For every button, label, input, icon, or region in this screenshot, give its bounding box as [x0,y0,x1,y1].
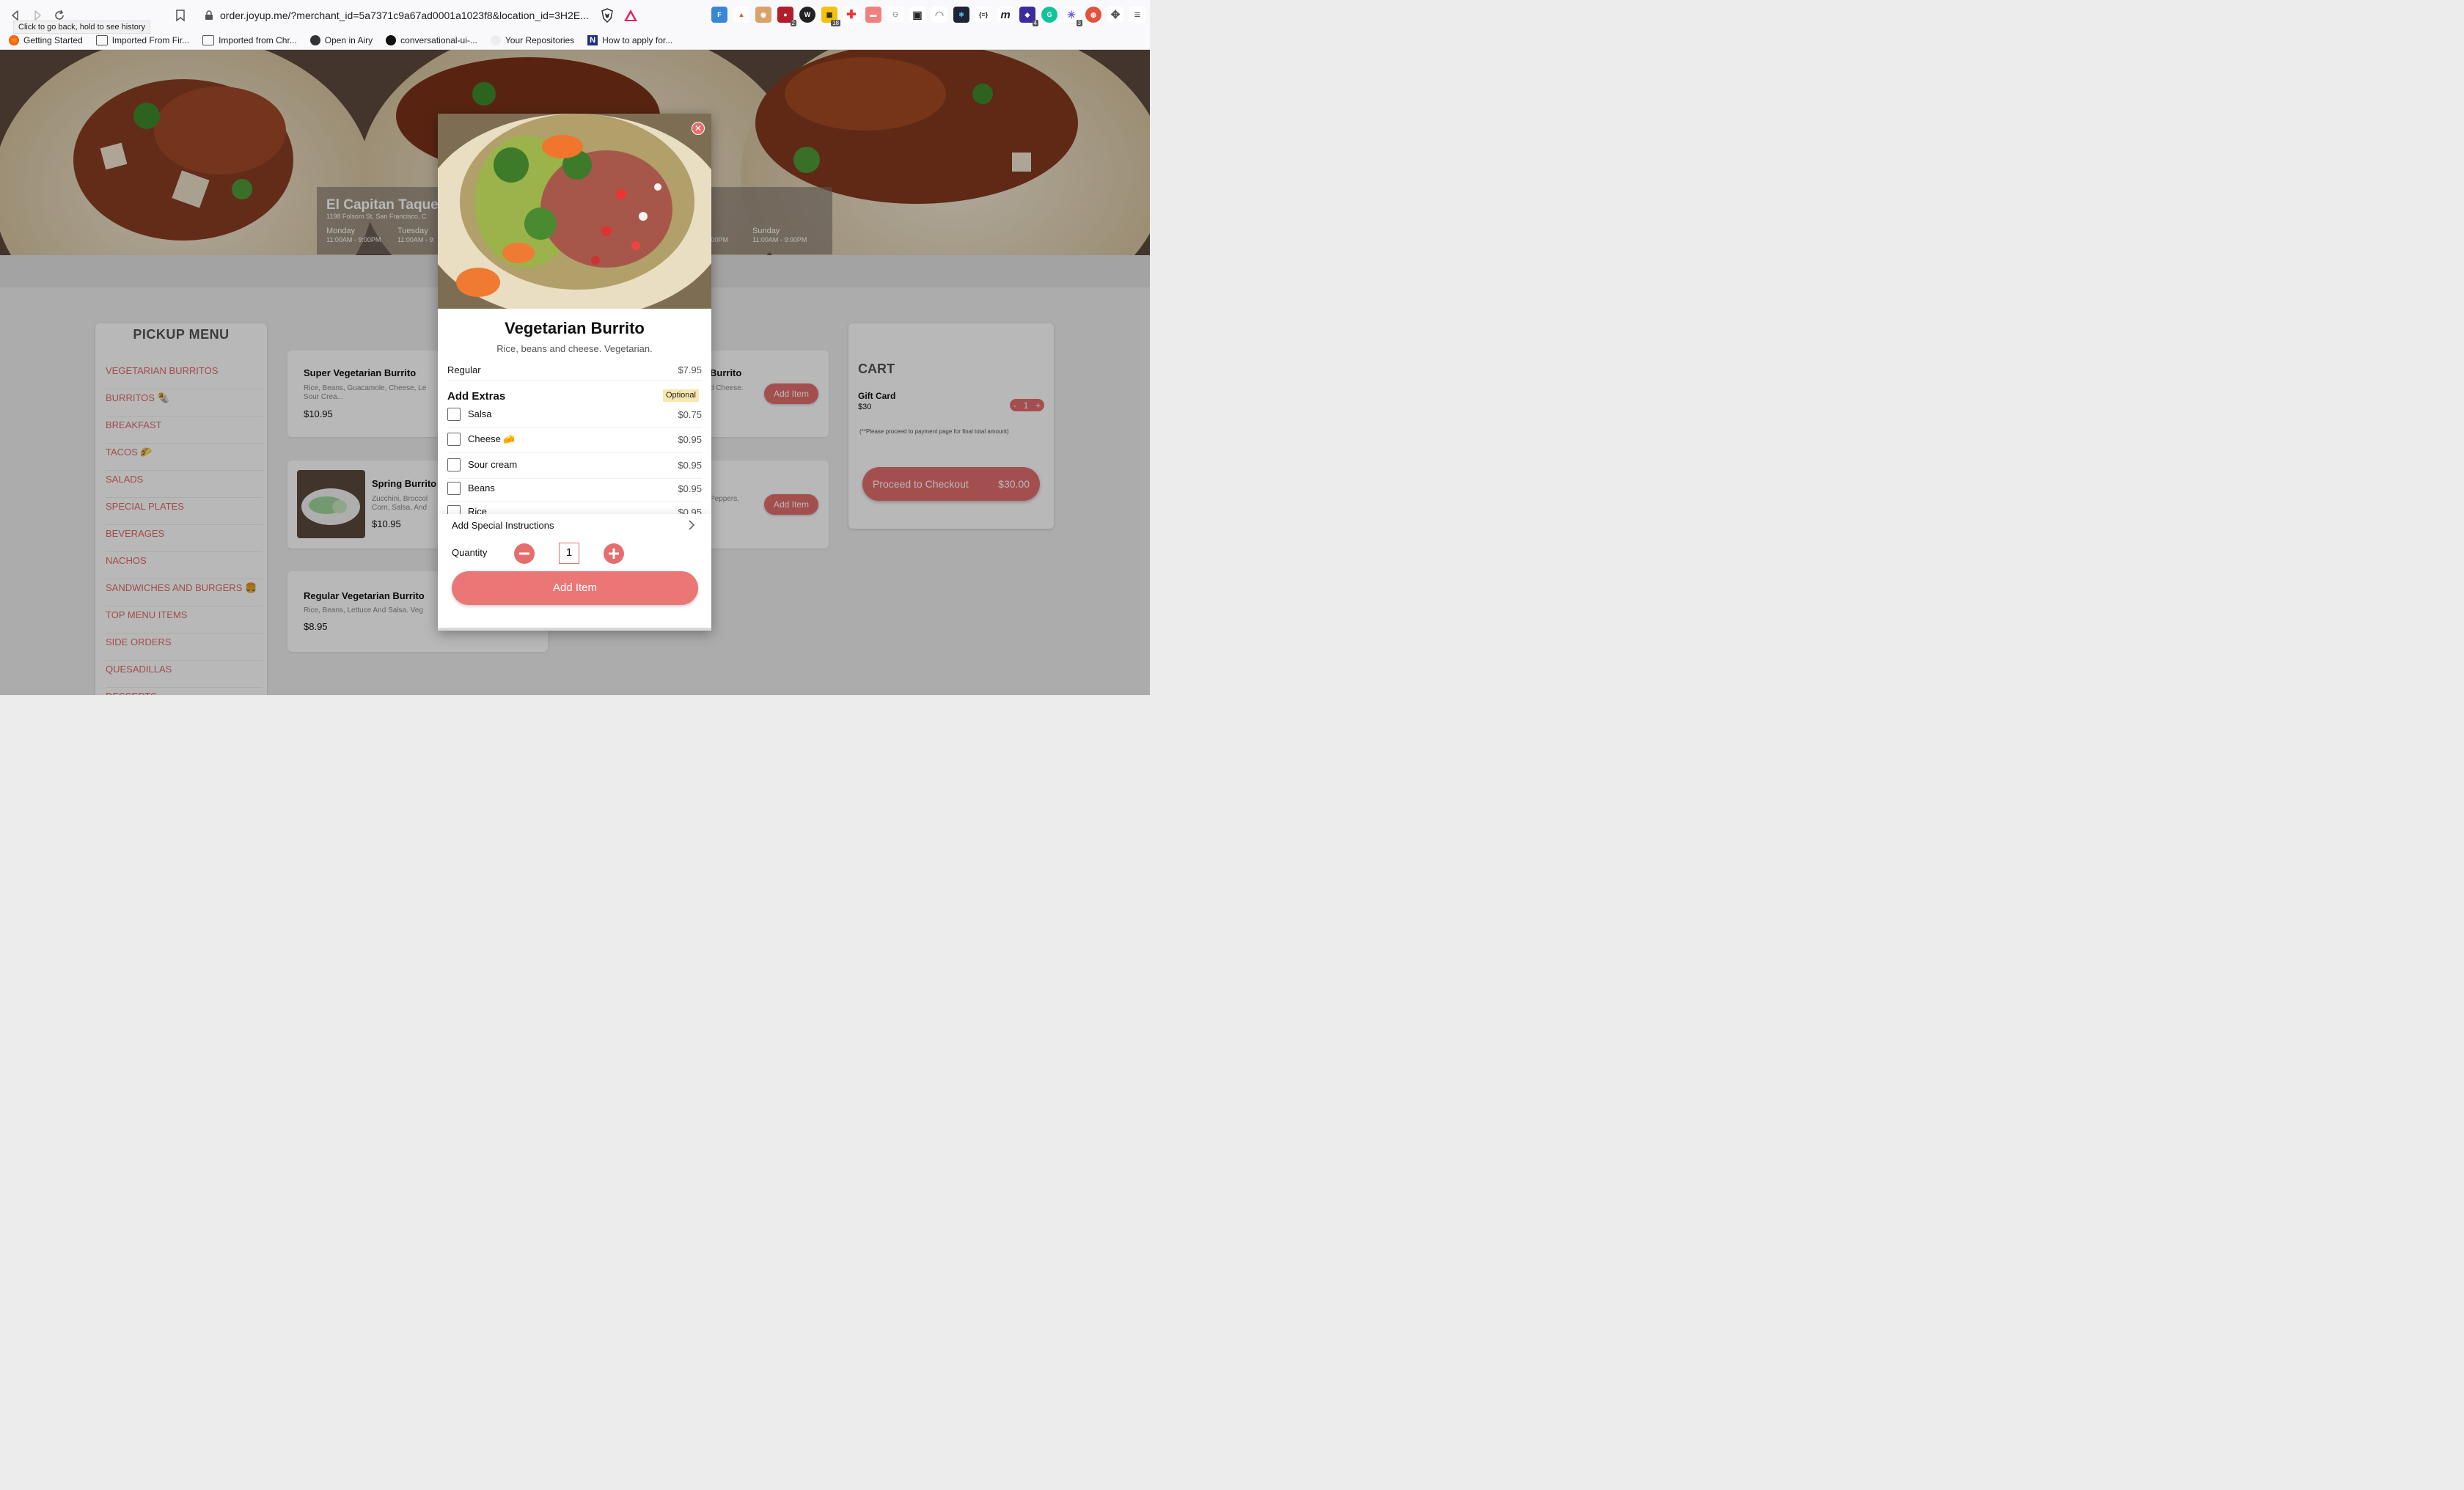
extension-icon[interactable]: ◉ [755,7,771,23]
extension-icon[interactable]: W [799,7,815,23]
notion-icon: N [587,34,598,45]
firefox-icon [9,34,19,45]
extra-option-row[interactable]: Cheese 🧀 $0.95 [447,433,702,453]
extra-label: Sour cream [468,459,518,470]
extension-icon[interactable]: ◍ [1085,7,1101,23]
extension-icon[interactable]: ● 2 [777,7,796,26]
bookmark-item[interactable]: Your Repositories [490,34,574,45]
extension-icon[interactable]: m [997,7,1013,23]
quantity-input[interactable]: 1 [559,543,579,564]
puzzle-icon[interactable]: ✥ [1107,7,1123,23]
reload-icon [55,10,64,20]
add-item-button[interactable]: Add Item [452,571,698,605]
close-modal-button[interactable]: ✕ [692,122,705,135]
github-icon [386,34,397,45]
brave-shield-icon[interactable] [600,8,615,23]
bookmark-item[interactable]: Imported from Chr... [202,34,297,45]
extra-checkbox[interactable] [447,458,461,471]
extra-label: Beans [468,482,495,493]
extension-icon[interactable]: ▦ 18 [821,7,840,26]
lock-icon [205,10,213,20]
extension-icon[interactable]: ▲ [733,7,749,23]
extra-checkbox[interactable] [447,408,461,421]
special-instructions-link[interactable]: Add Special Instructions [452,520,554,531]
extension-icon[interactable]: ▬ [865,7,881,23]
back-tooltip: Click to go back, hold to see history [13,21,151,34]
increase-quantity-button[interactable] [604,543,624,564]
github-icon [490,34,501,45]
size-label: Regular [447,364,481,375]
bookmark-item[interactable]: Imported From Fir... [95,34,189,45]
bookmark-item[interactable]: N How to apply for... [587,34,672,45]
extension-icon[interactable]: {≡} [975,7,991,23]
minus-icon [519,552,529,555]
decrease-quantity-button[interactable] [514,543,535,564]
optional-badge: Optional [663,389,699,402]
globe-icon [309,34,320,45]
folder-icon [95,34,108,45]
extra-label: Salsa [468,408,492,419]
browser-window: Click to go back, hold to see history or… [0,0,1150,695]
bookmarks-bar: Getting Started Imported From Fir... Imp… [0,31,1150,50]
extension-icon[interactable]: ▣ [909,7,925,23]
extension-icon[interactable]: F [711,7,727,23]
extra-label: Cheese 🧀 [468,433,516,444]
modal-footer: Add Special Instructions Quantity 1 Add … [438,514,711,631]
extension-icons: F ▲ ◉ ● 2 W ▦ 18 ✚ ▬ ⚇ ▣ ◠ ⚛ {≡} m ◆ 4 G ✳ 3… [711,7,1145,26]
extension-icon[interactable]: ◠ [931,7,947,23]
modal-description: Rice, beans and cheese. Vegetarian. [496,343,653,354]
bookmark-item[interactable]: Open in Airy [309,34,373,45]
folder-icon [202,34,215,45]
bookmark-item[interactable]: Getting Started [9,34,83,45]
quantity-label: Quantity [452,547,488,558]
burrito-photo [438,114,711,309]
bookmark-page-icon[interactable] [173,8,188,23]
extra-price: $0.75 [678,409,702,420]
extra-checkbox[interactable] [447,433,461,446]
plus-icon [609,548,619,559]
extension-icon[interactable]: ⚛ [953,7,969,23]
extra-checkbox[interactable] [447,482,461,495]
item-modal: ✕ Vegetarian Burrito Rice, beans and che… [438,114,711,631]
extension-icon[interactable]: G [1041,7,1057,23]
modal-scroll-edge [438,628,711,631]
url-text: order.joyup.me/?merchant_id=5a7371c9a67a… [220,10,589,21]
page-content: El Capitan Taque 1198 Folsom St, San Fra… [0,50,1150,695]
extension-icon[interactable]: ⚇ [887,7,903,23]
size-option-row[interactable]: Regular $7.95 [447,364,702,381]
extension-icon[interactable]: ✚ [843,7,859,23]
extension-icon[interactable]: ◆ 4 [1019,7,1038,26]
back-arrow-icon [12,10,18,21]
modal-title: Vegetarian Burrito [505,319,645,337]
extra-option-row[interactable]: Salsa $0.75 [447,408,702,428]
extras-title: Add Extras [447,390,506,403]
extra-option-row[interactable]: Sour cream $0.95 [447,458,702,479]
extra-price: $0.95 [678,460,702,471]
brave-rewards-icon[interactable] [623,8,638,23]
bookmark-item[interactable]: conversational-ui-... [386,34,477,45]
menu-icon[interactable]: ≡ [1129,7,1145,23]
extension-icon[interactable]: ✳ 3 [1063,7,1082,26]
extra-price: $0.95 [678,483,702,494]
chevron-right-icon[interactable] [687,518,696,532]
forward-arrow-icon [34,10,41,21]
extra-option-row[interactable]: Beans $0.95 [447,482,702,502]
extra-price: $0.95 [678,434,702,445]
size-price: $7.95 [678,364,702,375]
url-bar[interactable]: order.joyup.me/?merchant_id=5a7371c9a67a… [198,4,645,26]
